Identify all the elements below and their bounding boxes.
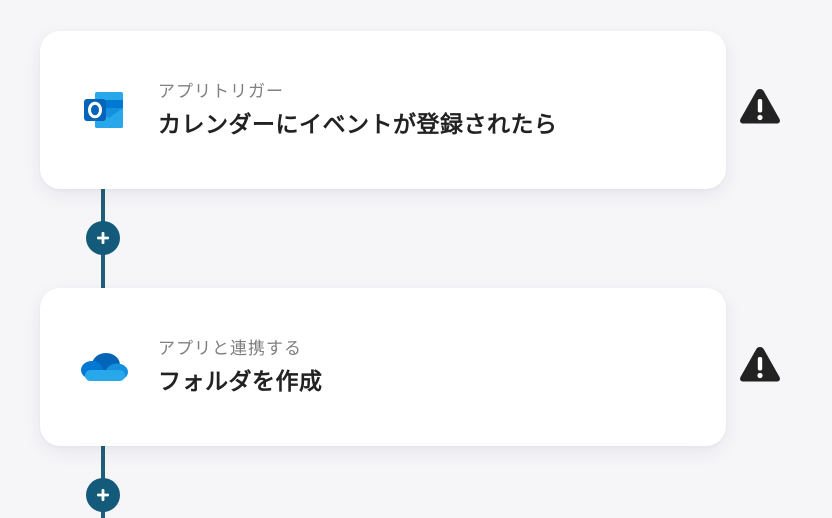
onedrive-icon — [78, 341, 130, 393]
step-title: カレンダーにイベントが登録されたら — [158, 112, 558, 138]
step-card-trigger[interactable]: アプリトリガー カレンダーにイベントが登録されたら — [40, 31, 726, 189]
add-step-button[interactable] — [86, 478, 120, 512]
step-type-label: アプリと連携する — [158, 339, 302, 359]
outlook-icon — [78, 84, 130, 136]
plus-icon — [97, 232, 109, 244]
add-step-button[interactable] — [86, 221, 120, 255]
step-card-action[interactable]: アプリと連携する フォルダを作成 — [40, 288, 726, 446]
step-title: フォルダを作成 — [158, 369, 323, 395]
warning-icon[interactable] — [738, 344, 782, 384]
warning-icon[interactable] — [738, 86, 782, 126]
plus-icon — [97, 489, 109, 501]
step-type-label: アプリトリガー — [158, 82, 284, 102]
